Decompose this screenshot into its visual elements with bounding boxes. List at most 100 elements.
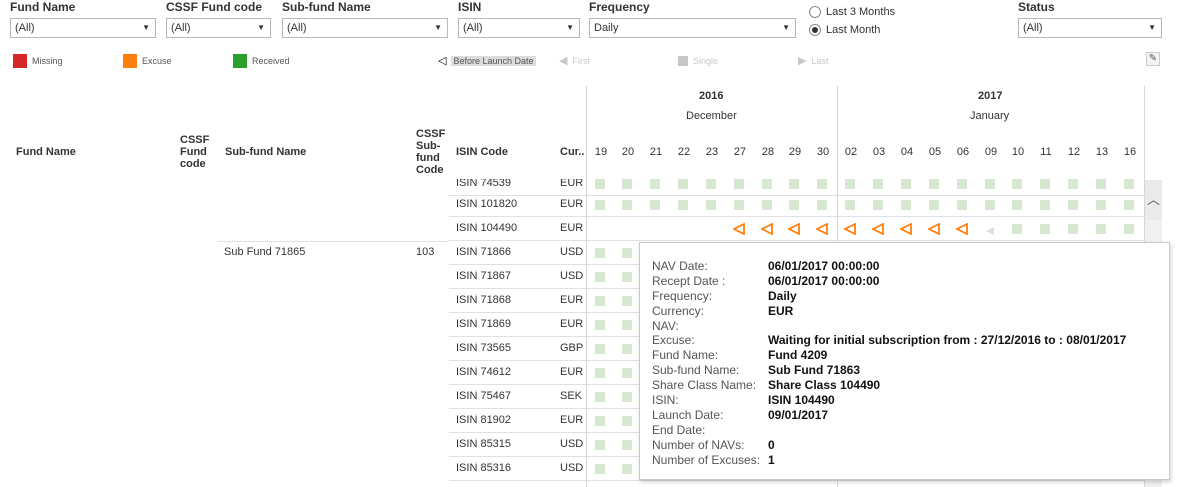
received-mark[interactable] [1068, 200, 1078, 210]
received-mark[interactable] [901, 200, 911, 210]
received-mark[interactable] [595, 464, 605, 474]
tooltip-key: Launch Date: [652, 407, 724, 422]
radio-button[interactable] [809, 6, 821, 18]
received-mark[interactable] [650, 200, 660, 210]
received-mark[interactable] [901, 179, 911, 189]
received-mark[interactable] [622, 179, 632, 189]
received-mark[interactable] [929, 179, 939, 189]
isin-select[interactable]: (All) ▼ [458, 18, 580, 38]
cssf-fund-code-select[interactable]: (All) ▼ [166, 18, 271, 38]
received-mark[interactable] [985, 179, 995, 189]
received-mark[interactable] [595, 272, 605, 282]
received-mark[interactable] [734, 179, 744, 189]
received-mark[interactable] [1040, 179, 1050, 189]
tooltip-key: End Date: [652, 422, 706, 437]
radio-last-3-months[interactable]: Last 3 Months [809, 3, 895, 21]
received-mark[interactable] [985, 200, 995, 210]
received-mark[interactable] [929, 200, 939, 210]
received-mark[interactable] [595, 416, 605, 426]
received-mark[interactable] [1012, 200, 1022, 210]
received-mark[interactable] [1012, 179, 1022, 189]
received-mark[interactable] [873, 200, 883, 210]
received-mark[interactable] [845, 179, 855, 189]
excuse-triangle-icon[interactable] [759, 222, 773, 236]
received-mark[interactable] [706, 179, 716, 189]
received-mark[interactable] [817, 179, 827, 189]
received-mark[interactable] [595, 248, 605, 258]
first-triangle-icon[interactable] [985, 223, 995, 235]
chevron-down-icon: ▼ [434, 23, 442, 32]
received-mark[interactable] [595, 200, 605, 210]
received-mark[interactable] [1096, 224, 1106, 234]
received-mark[interactable] [1012, 224, 1022, 234]
received-mark[interactable] [789, 200, 799, 210]
received-mark[interactable] [762, 200, 772, 210]
received-mark[interactable] [845, 200, 855, 210]
received-mark[interactable] [1124, 200, 1134, 210]
received-mark[interactable] [957, 200, 967, 210]
received-mark[interactable] [622, 416, 632, 426]
excuse-triangle-icon[interactable] [814, 222, 828, 236]
received-mark[interactable] [622, 440, 632, 450]
received-mark[interactable] [622, 392, 632, 402]
received-mark[interactable] [622, 272, 632, 282]
radio-button[interactable] [809, 24, 821, 36]
received-mark[interactable] [650, 179, 660, 189]
received-mark[interactable] [1068, 224, 1078, 234]
table-row[interactable]: ISIN 104490 EUR [449, 217, 1145, 241]
isin-cell: ISIN 75467 [456, 390, 512, 402]
received-mark[interactable] [873, 179, 883, 189]
excuse-triangle-icon[interactable] [842, 222, 856, 236]
received-mark[interactable] [762, 179, 772, 189]
received-mark[interactable] [1124, 179, 1134, 189]
received-mark[interactable] [595, 368, 605, 378]
received-mark[interactable] [622, 296, 632, 306]
tooltip-value: Daily [768, 288, 797, 303]
table-row[interactable]: ISIN 101820 EUR [449, 193, 1145, 217]
received-mark[interactable] [706, 200, 716, 210]
status-select[interactable]: (All) ▼ [1018, 18, 1162, 38]
excuse-triangle-icon[interactable] [786, 222, 800, 236]
received-mark[interactable] [1124, 224, 1134, 234]
fund-name-select[interactable]: (All) ▼ [10, 18, 156, 38]
received-mark[interactable] [622, 464, 632, 474]
received-mark[interactable] [1040, 224, 1050, 234]
received-mark[interactable] [1068, 179, 1078, 189]
col-currency[interactable]: Cur.. [560, 146, 584, 158]
received-mark[interactable] [595, 344, 605, 354]
received-mark[interactable] [1096, 200, 1106, 210]
day-header: 23 [705, 146, 719, 158]
received-mark[interactable] [1040, 200, 1050, 210]
received-mark[interactable] [622, 320, 632, 330]
frequency-select[interactable]: Daily ▼ [589, 18, 796, 38]
received-mark[interactable] [622, 248, 632, 258]
edit-icon[interactable]: ✎ [1146, 52, 1160, 66]
received-mark[interactable] [595, 320, 605, 330]
received-mark[interactable] [595, 179, 605, 189]
day-header: 11 [1040, 146, 1052, 158]
received-mark[interactable] [595, 296, 605, 306]
excuse-triangle-icon[interactable] [870, 222, 884, 236]
chevron-up-icon[interactable]: ︿ [1145, 180, 1162, 220]
received-mark[interactable] [817, 200, 827, 210]
received-mark[interactable] [678, 179, 688, 189]
excuse-triangle-icon[interactable] [898, 222, 912, 236]
received-mark[interactable] [734, 200, 744, 210]
received-mark[interactable] [1096, 179, 1106, 189]
day-header: 04 [900, 146, 914, 158]
excuse-triangle-icon[interactable] [926, 222, 940, 236]
sub-fund-code: 103 [416, 246, 435, 258]
received-mark[interactable] [595, 440, 605, 450]
excuse-triangle-icon[interactable] [954, 222, 968, 236]
received-mark[interactable] [595, 392, 605, 402]
excuse-triangle-icon[interactable] [731, 222, 745, 236]
received-mark[interactable] [622, 344, 632, 354]
sub-fund-name-select[interactable]: (All) ▼ [282, 18, 448, 38]
received-mark[interactable] [678, 200, 688, 210]
received-mark[interactable] [957, 179, 967, 189]
currency-cell: GBP [560, 342, 584, 354]
received-mark[interactable] [622, 368, 632, 378]
received-mark[interactable] [789, 179, 799, 189]
radio-last-month[interactable]: Last Month [809, 21, 895, 39]
received-mark[interactable] [622, 200, 632, 210]
